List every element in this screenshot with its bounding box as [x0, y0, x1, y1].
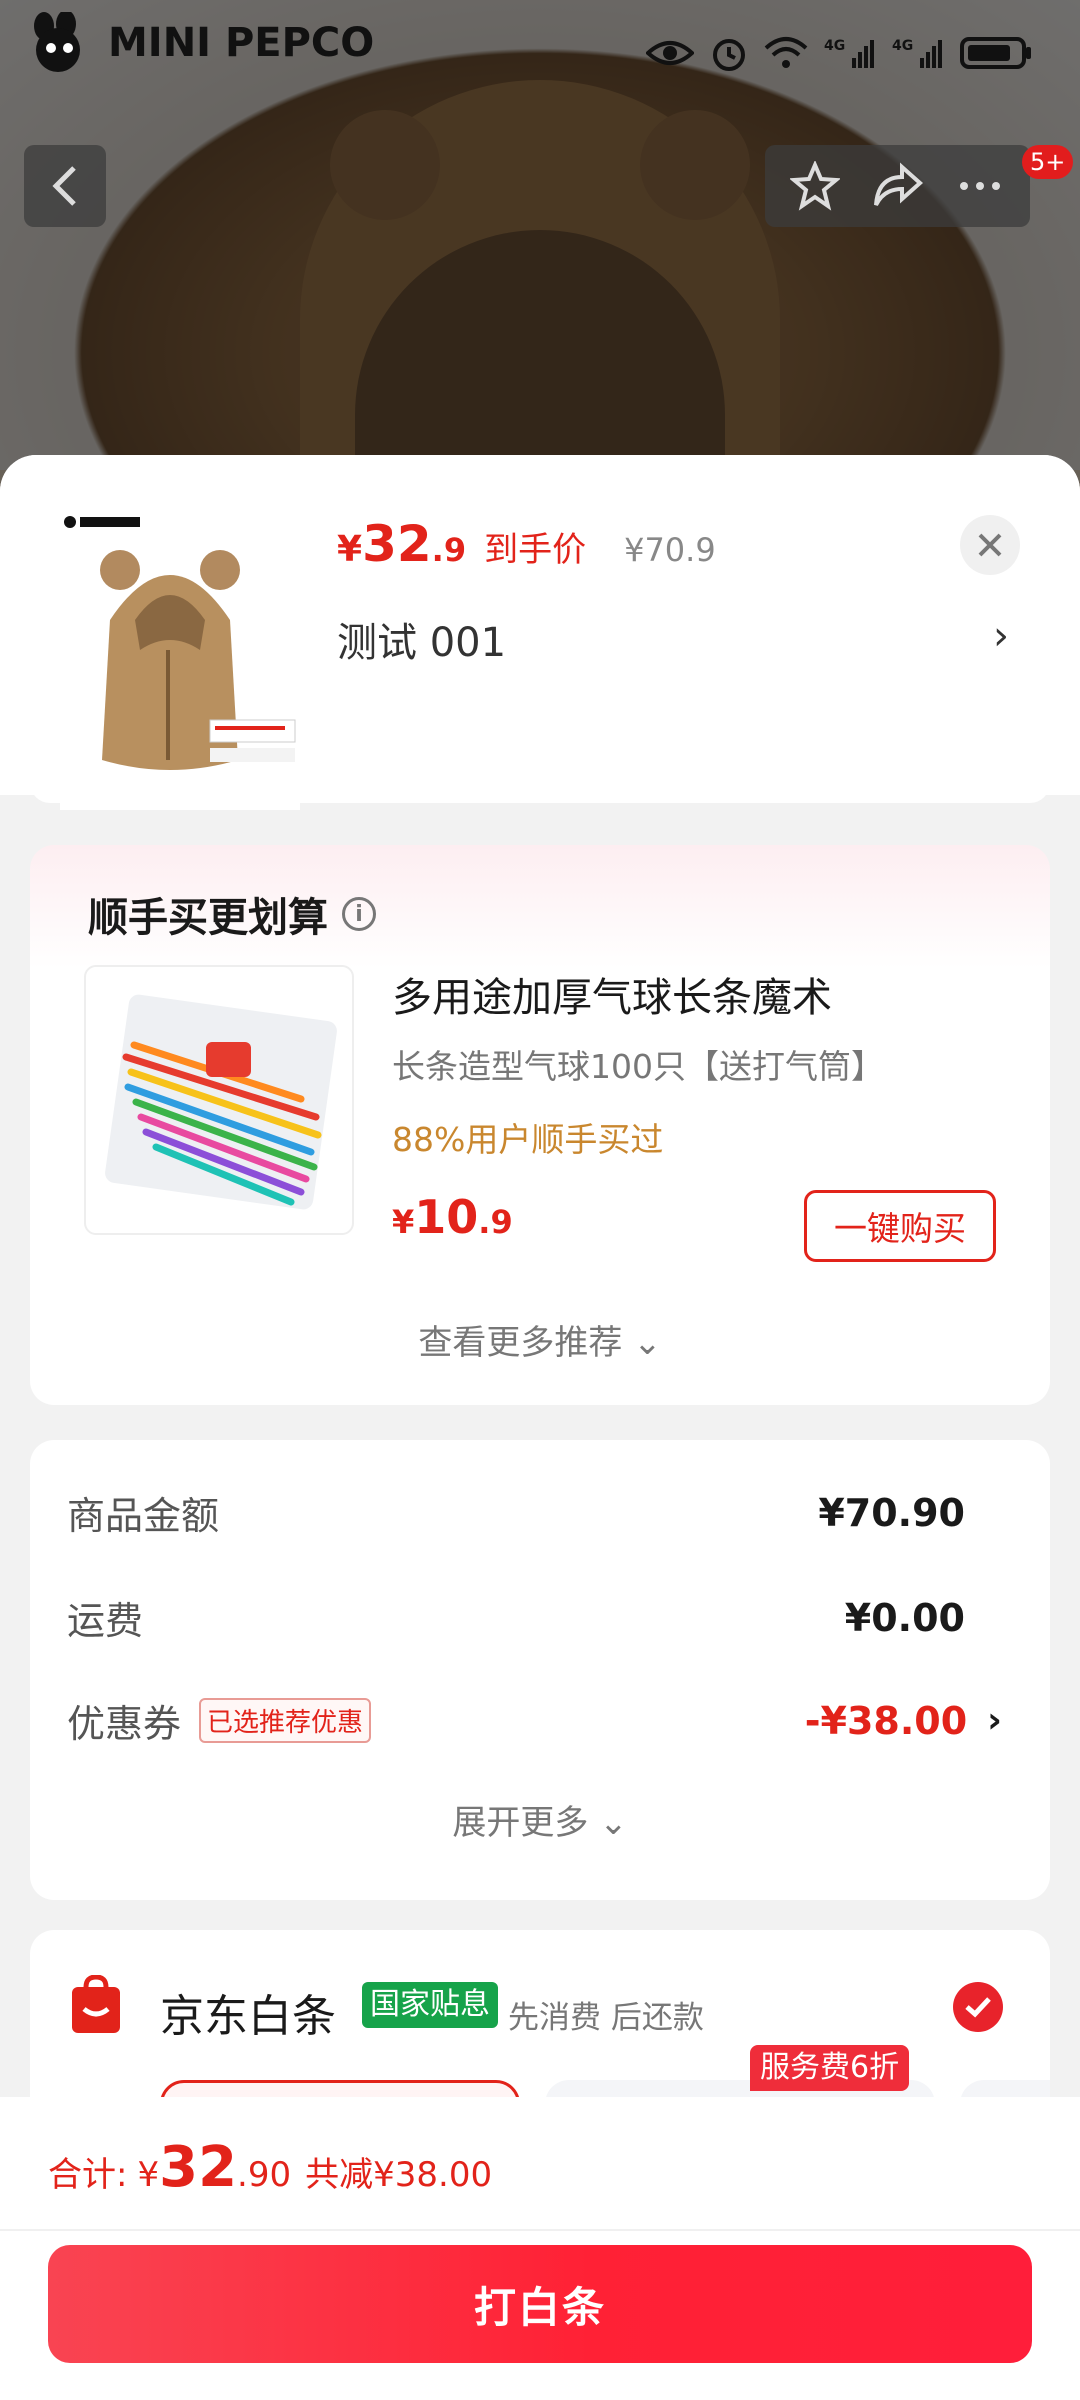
total-savings: 共减¥38.00	[305, 2155, 493, 2195]
eye-icon	[646, 41, 694, 65]
signal-4g-icon-2: 4G	[892, 38, 942, 68]
sheet-header: ¥ 32 .9 到手价 ¥70.9 测试 001 ›	[0, 455, 1080, 810]
status-bar: 4G 4G	[646, 34, 1032, 72]
recommendation-stat: 88%用户顺手买过	[392, 1120, 664, 1159]
message-count-badge: 5+	[1022, 145, 1074, 179]
payment-method-name: 京东白条	[160, 1991, 336, 2042]
selected-check-icon[interactable]	[953, 1982, 1003, 2032]
signal-4g-icon: 4G	[824, 38, 874, 68]
payment-description: 先消费 后还款	[508, 2000, 704, 2036]
recommendation-image[interactable]	[84, 965, 354, 1235]
back-button[interactable]	[24, 145, 106, 227]
chevron-left-icon	[52, 166, 76, 206]
order-total: 合计: ¥ 32 .90 共减¥38.00	[48, 2135, 493, 2200]
recommendation-name[interactable]: 多用途加厚气球长条魔术	[392, 965, 832, 1023]
wifi-icon	[764, 37, 808, 68]
coupon-status-tag: 已选推荐优惠	[199, 1698, 372, 1743]
more-icon[interactable]	[955, 161, 1005, 211]
recommendation-subtitle: 长条造型气球100只【送打气筒】	[392, 1047, 884, 1086]
chevron-down-icon: ⌄	[599, 1803, 628, 1843]
subsidy-badge: 国家贴息	[362, 1982, 498, 2028]
divider	[0, 2229, 1080, 2231]
product-thumbnail	[60, 510, 300, 810]
expand-more-link[interactable]: 展开更多 ⌄	[30, 1795, 1050, 1844]
price-details-card: 商品金额 ¥70.90 运费 ¥0.00 优惠券 已选推荐优惠 -¥38.00 …	[30, 1440, 1050, 1900]
info-icon[interactable]: i	[342, 897, 376, 931]
chevron-down-icon: ⌄	[633, 1323, 662, 1363]
recommendation-price: ¥ 10 .9	[392, 1190, 513, 1244]
checkout-footer: 合计: ¥ 32 .90 共减¥38.00 打白条	[0, 2097, 1080, 2400]
detail-row-subtotal: 商品金额 ¥70.90	[67, 1490, 965, 1539]
pay-with-baitiao-button[interactable]: 打白条	[48, 2245, 1032, 2363]
recommendation-title: 顺手买更划算 i	[88, 885, 376, 943]
coupon-discount: -¥38.00	[804, 1698, 968, 1743]
star-favorite-icon[interactable]	[790, 161, 841, 211]
product-price-row: ¥ 32 .9 到手价 ¥70.9	[337, 515, 716, 573]
total-price: 32	[159, 2135, 238, 2200]
svg-text:4G: 4G	[892, 38, 913, 54]
bunny-logo-icon	[34, 12, 80, 72]
jd-baitiao-icon	[72, 1975, 120, 2033]
detail-row-coupon[interactable]: 优惠券 已选推荐优惠 -¥38.00 ›	[67, 1693, 1002, 1748]
original-price: ¥70.9	[624, 531, 716, 569]
recommendation-card: 顺手买更划算 i 多用途加厚气球长条魔术 长条造型气球100只【送打气筒】 88…	[30, 845, 1050, 1405]
final-price-label: 到手价	[484, 530, 587, 570]
chevron-right-icon: ›	[987, 1700, 1002, 1741]
brand-logo: MINI PEPCO	[22, 12, 374, 74]
one-click-buy-button[interactable]: 一键购买	[804, 1190, 996, 1262]
product-price: 32	[362, 515, 432, 573]
alarm-icon	[713, 39, 745, 71]
share-icon[interactable]	[870, 161, 924, 211]
selected-variant[interactable]: 测试 001	[337, 610, 506, 668]
close-icon	[978, 533, 1002, 557]
top-action-group	[765, 145, 1030, 227]
close-button[interactable]	[960, 515, 1020, 575]
chevron-right-icon[interactable]: ›	[993, 613, 1009, 659]
svg-text:4G: 4G	[824, 38, 845, 54]
battery-icon	[960, 37, 1031, 69]
divider	[30, 775, 1050, 803]
balloon-pack-image	[105, 994, 337, 1210]
checkmark-icon	[965, 1997, 991, 2018]
detail-row-shipping: 运费 ¥0.00	[67, 1595, 965, 1644]
service-fee-badge: 服务费6折	[750, 2045, 910, 2091]
more-recommendations-link[interactable]: 查看更多推荐 ⌄	[30, 1315, 1050, 1364]
